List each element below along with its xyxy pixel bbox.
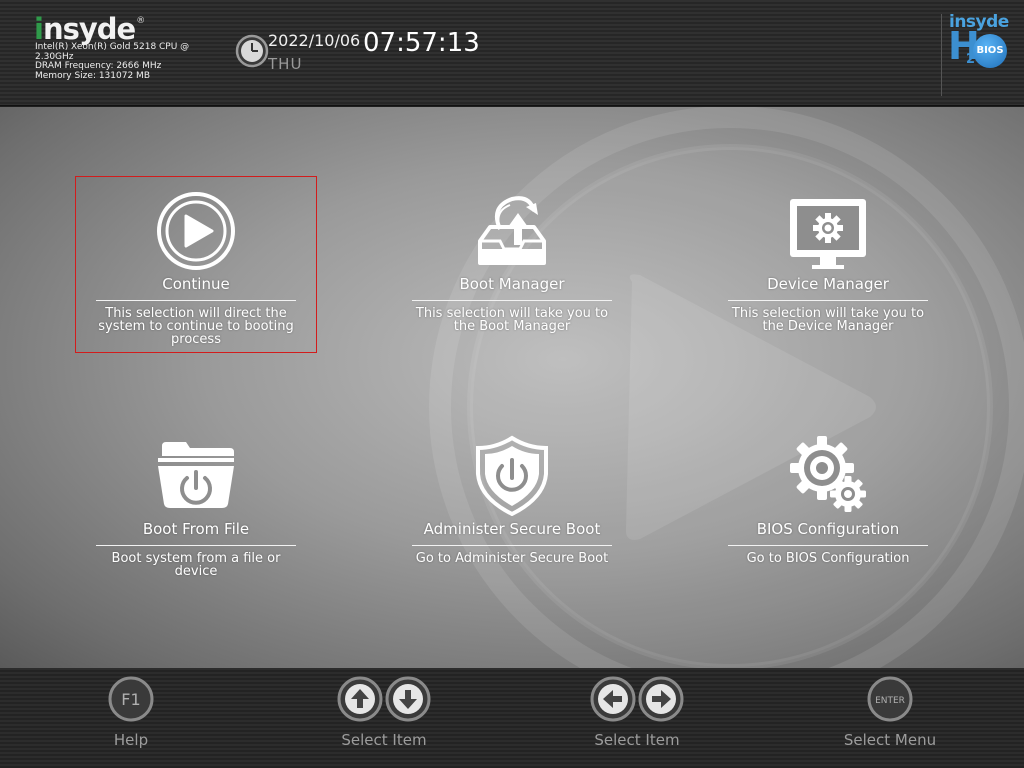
menu-item-administer-secure-boot[interactable]: Administer Secure Boot Go to Administer …: [392, 422, 632, 597]
insyde-logo: insyde ®: [34, 10, 145, 44]
system-info: Intel(R) Xeon(R) Gold 5218 CPU @ 2.30GHz…: [35, 42, 210, 81]
menu-item-label: Continue: [162, 275, 230, 293]
f1-key-icon: F1: [108, 676, 154, 722]
shield-power-icon: [476, 435, 548, 516]
insyde-h2o-bios-logo: insyde H 2 BIOS: [946, 12, 1012, 68]
menu-item-divider: [412, 545, 612, 546]
h2-logo-bios: BIOS: [973, 34, 1007, 68]
main-menu-area: Continue This selection will direct the …: [0, 107, 1024, 668]
menu-item-boot-manager[interactable]: Boot Manager This selection will take yo…: [392, 177, 632, 352]
menu-item-description: This selection will direct the system to…: [98, 306, 294, 347]
menu-item-device-manager[interactable]: Device Manager This selection will take …: [708, 177, 948, 352]
gears-icon: [790, 436, 866, 512]
right-arrow-icon: [638, 676, 684, 722]
hint-label: Select Item: [594, 731, 680, 749]
up-arrow-icon: [337, 676, 383, 722]
enter-key-icon: ENTER: [867, 676, 913, 722]
menu-item-divider: [728, 545, 928, 546]
menu-item-divider: [96, 545, 296, 546]
header-bar: insyde ® Intel(R) Xeon(R) Gold 5218 CPU …: [0, 0, 1024, 106]
menu-item-description: Boot system from a file or device: [111, 551, 281, 579]
menu-item-label: Administer Secure Boot: [423, 520, 601, 538]
clock-icon: [235, 34, 269, 68]
left-arrow-icon: [590, 676, 636, 722]
menu-item-continue[interactable]: Continue This selection will direct the …: [75, 176, 317, 353]
play-circle-icon: [157, 192, 235, 270]
menu-item-divider: [96, 300, 296, 301]
menu-item-label: Boot From File: [142, 520, 250, 538]
insyde-logo-text: insyde: [34, 12, 136, 46]
hint-label: Select Menu: [843, 731, 937, 749]
menu-item-divider: [412, 300, 612, 301]
current-date: 2022/10/06: [268, 31, 361, 50]
registered-mark: ®: [136, 16, 146, 26]
down-arrow-icon: [385, 676, 431, 722]
memory-size: Memory Size: 131072 MB: [35, 70, 150, 81]
monitor-gear-icon: [790, 199, 866, 269]
menu-item-description: This selection will take you to the Devi…: [731, 306, 925, 334]
hint-help[interactable]: F1 Help: [41, 676, 221, 756]
hint-select-item-vertical[interactable]: Select Item: [294, 676, 474, 756]
boot-tray-icon: [478, 196, 546, 265]
enter-key-text: ENTER: [875, 696, 905, 706]
hint-label: Help: [113, 731, 149, 749]
hint-label: Select Item: [341, 731, 427, 749]
current-day: THU: [268, 55, 303, 73]
header-divider: [941, 14, 942, 96]
folder-power-icon: [158, 442, 234, 508]
menu-item-divider: [728, 300, 928, 301]
footer-key-hints: F1 Help Select Item Select Item ENTER Se…: [0, 668, 1024, 768]
menu-item-label: Boot Manager: [459, 275, 565, 293]
cpu-info: Intel(R) Xeon(R) Gold 5218 CPU @ 2.30GHz: [35, 42, 190, 62]
menu-item-bios-configuration[interactable]: BIOS Configuration Go to BIOS Configurat…: [708, 422, 948, 597]
hint-select-menu[interactable]: ENTER Select Menu: [800, 676, 980, 756]
menu-item-label: Device Manager: [767, 275, 889, 293]
current-time: 07:57:13: [363, 28, 480, 58]
menu-item-label: BIOS Configuration: [756, 520, 900, 538]
menu-item-boot-from-file[interactable]: Boot From File Boot system from a file o…: [76, 422, 316, 597]
f1-key-text: F1: [121, 690, 140, 709]
menu-item-description: Go to Administer Secure Boot: [415, 551, 609, 566]
hint-select-item-horizontal[interactable]: Select Item: [547, 676, 727, 756]
menu-item-description: Go to BIOS Configuration: [746, 551, 910, 566]
menu-item-description: This selection will take you to the Boot…: [415, 306, 609, 334]
